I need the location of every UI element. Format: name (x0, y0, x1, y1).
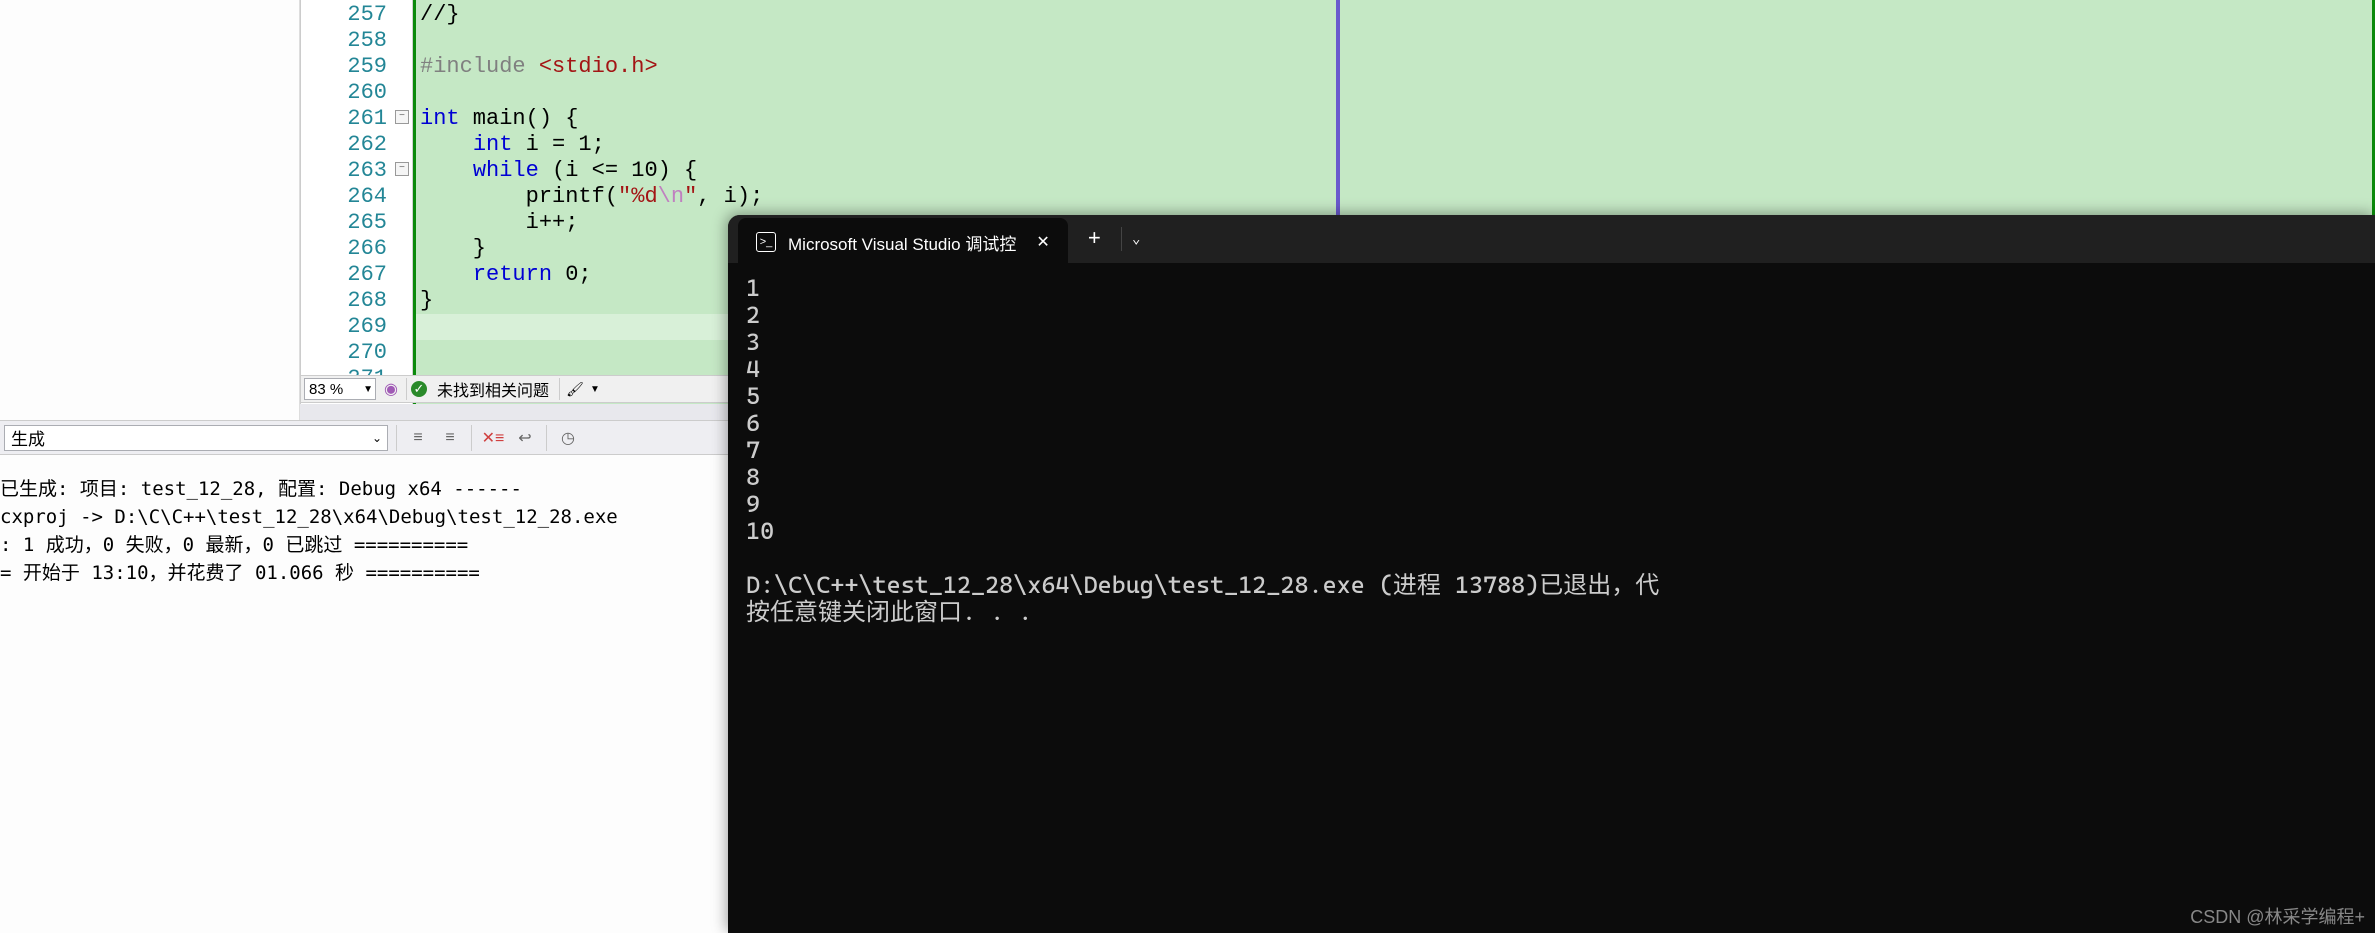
line-number: 270 (301, 340, 387, 366)
fold-toggle-icon[interactable]: − (395, 162, 409, 176)
issues-text[interactable]: 未找到相关问题 (431, 377, 555, 401)
line-number: 267 (301, 262, 387, 288)
code-line[interactable] (416, 80, 2372, 106)
terminal-output[interactable]: 1 2 3 4 5 6 7 8 9 10 D:\C\C++\test_12_28… (728, 263, 2375, 638)
intellisense-icon[interactable]: ◉ (380, 378, 402, 400)
line-number: 262 (301, 132, 387, 158)
dropdown-icon: ⌄ (372, 431, 387, 445)
line-number: 257 (301, 2, 387, 28)
line-number: 263 (301, 158, 387, 184)
line-number: 258 (301, 28, 387, 54)
indent-right-icon[interactable]: ≡ (437, 425, 463, 451)
check-icon: ✓ (411, 381, 427, 397)
output-category-combo[interactable]: 生成 ⌄ (4, 425, 388, 451)
code-line[interactable]: printf("%d\n", i); (416, 184, 2372, 210)
line-number: 264 (301, 184, 387, 210)
clock-icon[interactable]: ◷ (555, 425, 581, 451)
fold-column[interactable]: −− (393, 0, 413, 404)
zoom-value: 83 % (309, 381, 343, 398)
output-category-value: 生成 (11, 425, 45, 450)
brush-icon[interactable] (564, 378, 586, 400)
terminal-cmd-icon: >_ (756, 232, 776, 252)
line-number: 268 (301, 288, 387, 314)
separator (559, 378, 560, 400)
terminal-tab[interactable]: >_ Microsoft Visual Studio 调试控 ✕ (738, 218, 1068, 266)
code-line[interactable]: #include <stdio.h> (416, 54, 2372, 80)
tab-dropdown-button[interactable]: ⌄ (1121, 227, 1150, 251)
zoom-level-combo[interactable]: 83 % ▼ (304, 378, 376, 400)
separator (396, 425, 397, 451)
code-line[interactable]: while (i <= 10) { (416, 158, 2372, 184)
terminal-window[interactable]: >_ Microsoft Visual Studio 调试控 ✕ + ⌄ 1 2… (728, 215, 2375, 933)
separator (471, 425, 472, 451)
code-line[interactable]: int i = 1; (416, 132, 2372, 158)
line-number: 265 (301, 210, 387, 236)
terminal-tab-bar: >_ Microsoft Visual Studio 调试控 ✕ + ⌄ (728, 215, 2375, 263)
clear-icon[interactable]: ✕≡ (480, 425, 506, 451)
line-number: 269 (301, 314, 387, 340)
terminal-tab-title: Microsoft Visual Studio 调试控 (788, 230, 1016, 255)
separator (546, 425, 547, 451)
solution-explorer-blank (0, 0, 300, 420)
line-number: 259 (301, 54, 387, 80)
wrap-icon[interactable]: ↩ (512, 425, 538, 451)
line-number-gutter: 2572582592602612622632642652662672682692… (301, 0, 393, 404)
fold-toggle-icon[interactable]: − (395, 110, 409, 124)
code-line[interactable] (416, 28, 2372, 54)
line-number: 261 (301, 106, 387, 132)
new-tab-button[interactable]: + (1068, 227, 1121, 252)
indent-left-icon[interactable]: ≡ (405, 425, 431, 451)
code-line[interactable]: int main() { (416, 106, 2372, 132)
watermark: CSDN @林采学编程+ (2190, 903, 2365, 929)
dropdown-icon[interactable]: ▼ (590, 384, 600, 395)
close-icon[interactable]: ✕ (1028, 232, 1049, 252)
dropdown-icon: ▼ (363, 384, 375, 395)
separator (406, 378, 407, 400)
line-number: 266 (301, 236, 387, 262)
code-line[interactable]: //} (416, 2, 2372, 28)
line-number: 260 (301, 80, 387, 106)
